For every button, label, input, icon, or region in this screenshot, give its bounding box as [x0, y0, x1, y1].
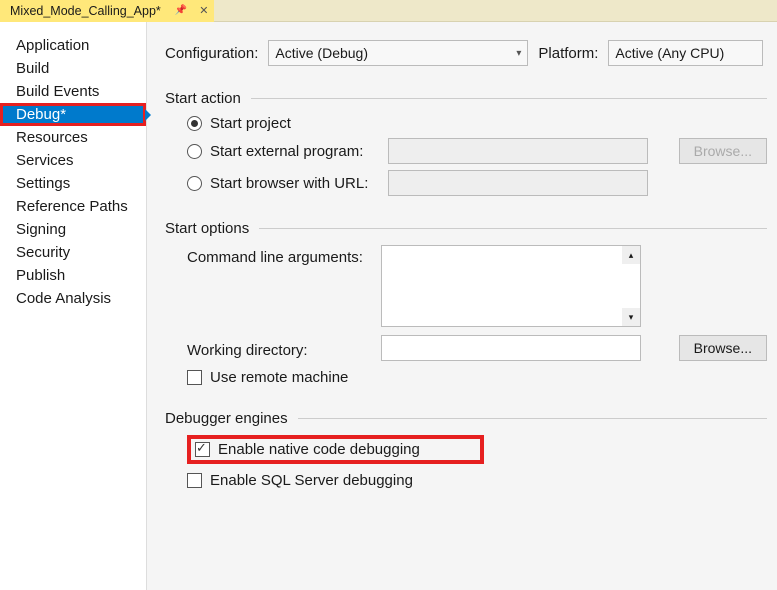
sidebar-item-settings[interactable]: Settings	[0, 172, 146, 195]
sidebar-item-reference-paths[interactable]: Reference Paths	[0, 195, 146, 218]
sidebar-label: Security	[16, 244, 70, 261]
cmdline-row: Command line arguments: ▴ ▾	[187, 245, 767, 327]
cmdline-label: Command line arguments:	[187, 245, 367, 266]
start-project-option[interactable]: Start project	[187, 115, 767, 132]
workdir-input[interactable]	[381, 335, 641, 361]
external-program-input[interactable]	[388, 138, 648, 164]
close-icon[interactable]: ✕	[199, 4, 208, 17]
pin-icon[interactable]: 📌	[175, 5, 187, 16]
platform-select[interactable]: Active (Any CPU)	[608, 40, 763, 66]
radio-label: Start external program:	[210, 143, 380, 160]
browse-workdir-button[interactable]: Browse...	[679, 335, 767, 361]
checkbox-icon[interactable]	[187, 370, 202, 385]
chevron-down-icon: ▾	[516, 48, 521, 59]
sidebar-label: Application	[16, 37, 89, 54]
radio-icon[interactable]	[187, 176, 202, 191]
native-debug-row: Enable native code debugging	[187, 435, 767, 464]
start-browser-option[interactable]: Start browser with URL:	[187, 170, 767, 196]
sql-debug-option[interactable]: Enable SQL Server debugging	[187, 472, 767, 489]
platform-label: Platform:	[538, 45, 598, 62]
config-row: Configuration: Active (Debug) ▾ Platform…	[165, 40, 767, 66]
enable-sql-checkbox[interactable]	[187, 473, 202, 488]
radio-icon[interactable]	[187, 144, 202, 159]
document-tab[interactable]: Mixed_Mode_Calling_App* 📌 ✕	[0, 0, 214, 22]
radio-icon[interactable]	[187, 116, 202, 131]
remote-machine-option[interactable]: Use remote machine	[187, 369, 767, 386]
sidebar-label: Build Events	[16, 83, 99, 100]
configuration-label: Configuration:	[165, 45, 258, 62]
debug-content: Configuration: Active (Debug) ▾ Platform…	[147, 22, 777, 590]
configuration-value: Active (Debug)	[275, 45, 368, 61]
sidebar-label: Reference Paths	[16, 198, 128, 215]
sidebar-item-signing[interactable]: Signing	[0, 218, 146, 241]
start-action-section: Start action	[165, 90, 767, 107]
enable-native-checkbox[interactable]	[195, 442, 210, 457]
cmdline-input[interactable]: ▴ ▾	[381, 245, 641, 327]
sidebar-item-build-events[interactable]: Build Events	[0, 80, 146, 103]
sidebar-label: Resources	[16, 129, 88, 146]
properties-sidebar: Application Build Build Events Debug* Re…	[0, 22, 147, 590]
debugger-engines-section: Debugger engines	[165, 410, 767, 427]
sidebar-item-resources[interactable]: Resources	[0, 126, 146, 149]
sidebar-label: Publish	[16, 267, 65, 284]
radio-label: Start project	[210, 115, 291, 132]
section-divider	[298, 418, 767, 419]
sidebar-label: Services	[16, 152, 74, 169]
sidebar-item-debug[interactable]: Debug*	[0, 103, 146, 126]
section-divider	[251, 98, 767, 99]
sidebar-item-application[interactable]: Application	[0, 34, 146, 57]
sidebar-label: Settings	[16, 175, 70, 192]
sidebar-label: Signing	[16, 221, 66, 238]
browse-external-button[interactable]: Browse...	[679, 138, 767, 164]
sidebar-label: Debug*	[16, 106, 66, 123]
workdir-row: Working directory: Browse...	[187, 335, 767, 361]
workdir-label: Working directory:	[187, 338, 367, 359]
sidebar-item-code-analysis[interactable]: Code Analysis	[0, 287, 146, 310]
tab-title: Mixed_Mode_Calling_App*	[10, 4, 161, 18]
checkbox-label: Enable native code debugging	[218, 441, 420, 458]
project-properties-window: Mixed_Mode_Calling_App* 📌 ✕ Application …	[0, 0, 777, 590]
highlight-box: Enable native code debugging	[187, 435, 484, 464]
radio-label: Start browser with URL:	[210, 175, 380, 192]
start-options-section: Start options	[165, 220, 767, 237]
checkbox-label: Use remote machine	[210, 369, 348, 386]
sidebar-item-services[interactable]: Services	[0, 149, 146, 172]
sidebar-label: Code Analysis	[16, 290, 111, 307]
section-title: Debugger engines	[165, 410, 288, 427]
start-external-option[interactable]: Start external program: Browse...	[187, 138, 767, 164]
sidebar-item-publish[interactable]: Publish	[0, 264, 146, 287]
tab-bar: Mixed_Mode_Calling_App* 📌 ✕	[0, 0, 777, 22]
sidebar-item-build[interactable]: Build	[0, 57, 146, 80]
sidebar-label: Build	[16, 60, 49, 77]
section-title: Start action	[165, 90, 241, 107]
section-title: Start options	[165, 220, 249, 237]
platform-value: Active (Any CPU)	[615, 45, 724, 61]
browser-url-input[interactable]	[388, 170, 648, 196]
section-divider	[259, 228, 767, 229]
scroll-down-icon[interactable]: ▾	[622, 308, 640, 326]
configuration-select[interactable]: Active (Debug) ▾	[268, 40, 528, 66]
checkbox-label: Enable SQL Server debugging	[210, 472, 413, 489]
sidebar-item-security[interactable]: Security	[0, 241, 146, 264]
scroll-up-icon[interactable]: ▴	[622, 246, 640, 264]
